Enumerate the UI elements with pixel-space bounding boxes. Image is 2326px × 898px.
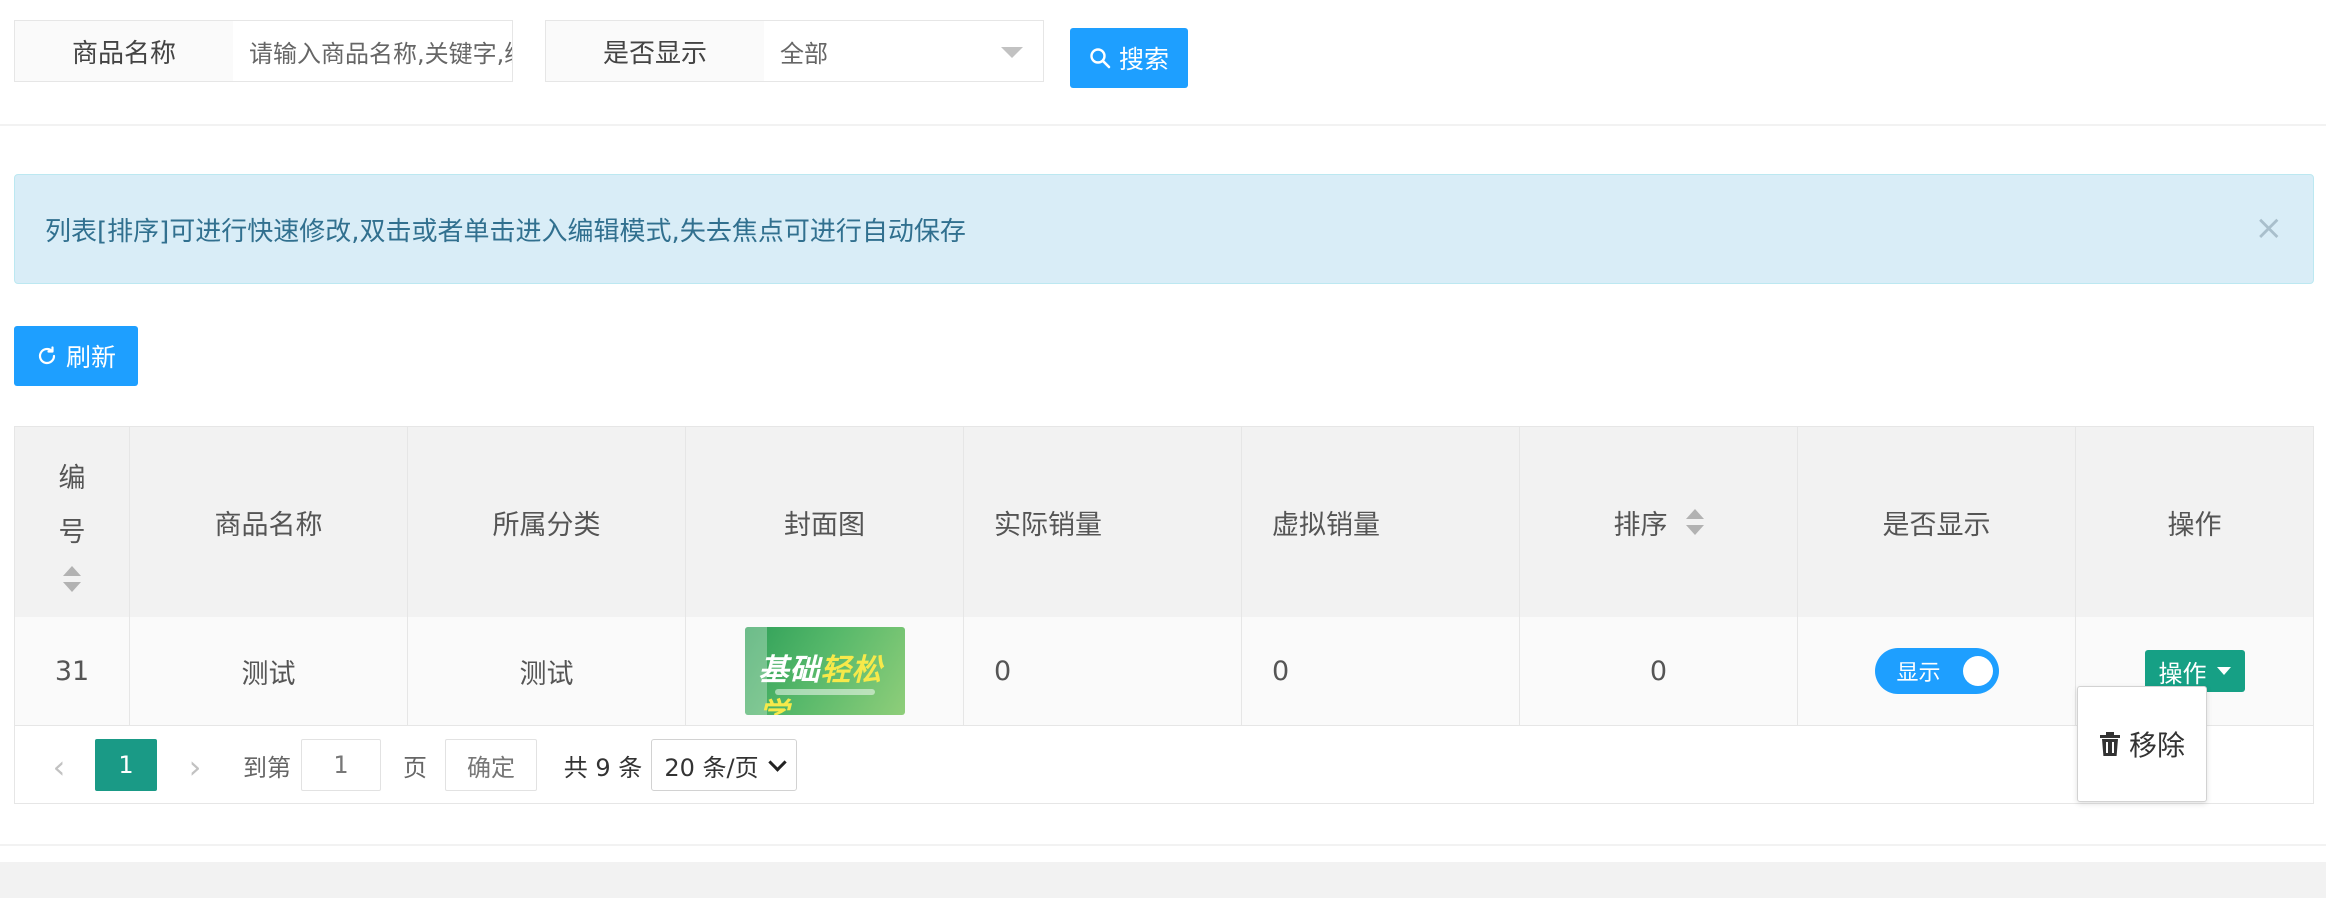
operations-dropdown[interactable]: 移除: [2077, 686, 2207, 802]
header-ops: 操作: [2167, 509, 2222, 541]
prev-page-button[interactable]: ‹: [43, 743, 75, 791]
display-filter-value: 全部: [780, 39, 828, 68]
cell-virtual-sales: 0: [1242, 617, 1520, 725]
sort-icon[interactable]: [63, 566, 81, 592]
next-page-button[interactable]: ›: [179, 743, 211, 791]
alert-message: 列表[排序]可进行快速修改,双击或者单击进入编辑模式,失去焦点可进行自动保存: [45, 216, 966, 247]
page-size-select[interactable]: 20 条/页: [651, 739, 797, 791]
product-name-label: 商品名称: [14, 20, 234, 82]
search-button-label: 搜索: [1118, 45, 1169, 74]
refresh-button-label: 刷新: [65, 343, 116, 372]
cover-decoration: [774, 689, 875, 695]
display-filter-select[interactable]: 全部: [764, 20, 1044, 82]
cell-id: 31: [15, 617, 130, 725]
header-actual-sales: 实际销量: [964, 427, 1242, 617]
cell-name: 测试: [130, 617, 408, 725]
header-display: 是否显示: [1798, 427, 2076, 617]
header-sort-label: 排序: [1613, 509, 1668, 541]
header-cover: 封面图: [686, 427, 964, 617]
cell-actual-sales: 0: [964, 617, 1242, 725]
close-icon[interactable]: ×: [2255, 211, 2284, 245]
operations-button-label: 操作: [2158, 659, 2207, 688]
goto-label: 到第: [243, 753, 291, 782]
page-unit-label: 页: [403, 753, 427, 782]
cover-thumbnail[interactable]: 基础轻松学: [744, 627, 905, 715]
product-table: 编 号 商品名称 所属分类 封面图 实际销量 虚拟销量 排序 是否显示 操作 3…: [14, 426, 2314, 804]
cell-sort[interactable]: 0: [1520, 617, 1798, 725]
cell-cover: 基础轻松学: [686, 617, 964, 725]
header-virtual-sales: 虚拟销量: [1242, 427, 1520, 617]
goto-page-input[interactable]: 1: [301, 739, 381, 791]
page-1-button[interactable]: 1: [95, 739, 157, 791]
table-header: 编 号 商品名称 所属分类 封面图 实际销量 虚拟销量 排序 是否显示 操作: [15, 427, 2313, 618]
cover-artwork: 基础轻松学: [758, 653, 883, 715]
table-row: 31 测试 测试 基础轻松学 0 0 0 显示 操作: [15, 617, 2313, 726]
page-size-value: 20 条/页: [664, 753, 759, 782]
refresh-button[interactable]: 刷新: [14, 326, 138, 386]
display-toggle-label: 显示: [1896, 661, 1941, 686]
toggle-knob: [1962, 656, 1993, 686]
header-id[interactable]: 编 号: [15, 427, 130, 617]
product-name-input[interactable]: 请输入商品名称,关键字,编号: [233, 20, 513, 82]
caret-down-icon: [1001, 47, 1023, 58]
display-filter-label: 是否显示: [545, 20, 765, 82]
refresh-icon: [38, 346, 56, 365]
header-name: 商品名称: [130, 427, 408, 617]
header-id-line2: 号: [58, 517, 86, 548]
header-category: 所属分类: [408, 427, 686, 617]
footer-area: [0, 862, 2326, 898]
cell-display: 显示: [1798, 617, 2076, 725]
remove-menu-item[interactable]: 移除: [2129, 724, 2185, 764]
chevron-down-icon: [767, 752, 787, 772]
trash-icon: [2099, 732, 2120, 756]
total-count: 共 9 条: [563, 753, 643, 782]
search-button[interactable]: 搜索: [1070, 28, 1188, 88]
header-id-line1: 编: [58, 463, 86, 494]
divider: [0, 124, 2326, 126]
search-icon: [1090, 48, 1111, 69]
display-toggle[interactable]: 显示: [1874, 648, 1999, 694]
pagination: ‹ 1 › 到第 1 页 确定 共 9 条 20 条/页: [15, 725, 2313, 805]
product-name-placeholder: 请输入商品名称,关键字,编号: [249, 39, 512, 68]
goto-confirm-button[interactable]: 确定: [445, 739, 537, 791]
header-sort[interactable]: 排序: [1520, 427, 1798, 617]
sort-icon[interactable]: [1685, 509, 1704, 535]
divider: [0, 844, 2326, 846]
info-alert: 列表[排序]可进行快速修改,双击或者单击进入编辑模式,失去焦点可进行自动保存 ×: [14, 174, 2314, 284]
cell-category: 测试: [408, 617, 686, 725]
caret-down-icon: [2216, 667, 2231, 675]
